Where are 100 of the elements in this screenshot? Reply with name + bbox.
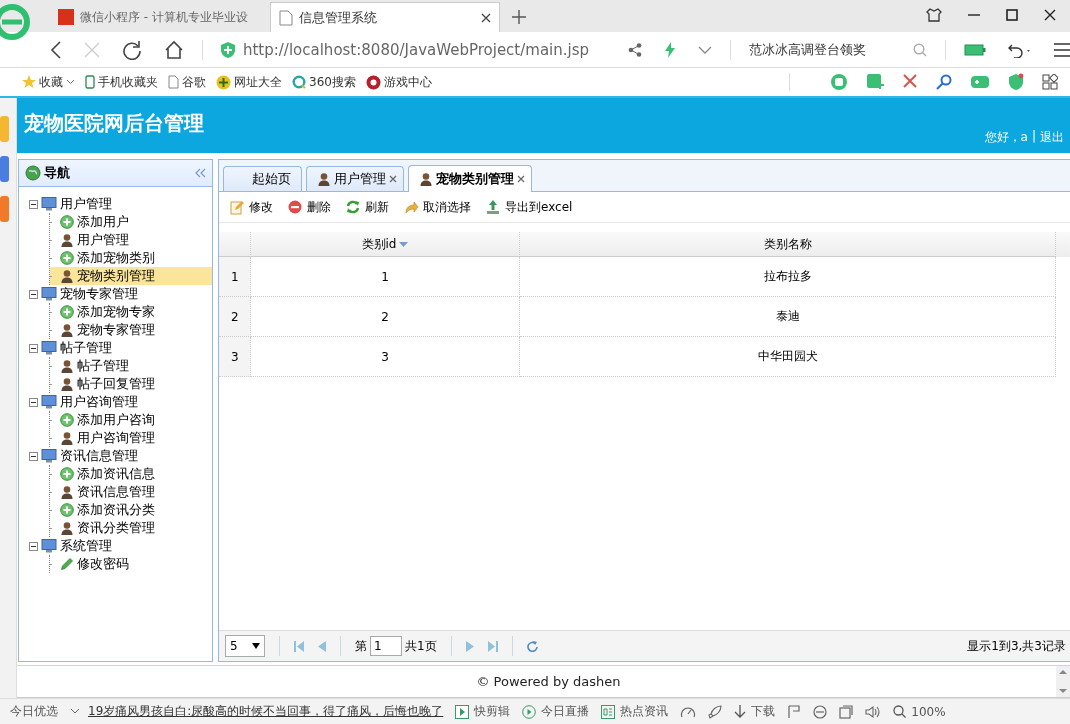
column-header[interactable]: 类别名称 [520,232,1056,257]
address-field[interactable]: http://localhost:8080/JavaWebProject/main.jsp [242,40,629,59]
share-icon[interactable] [628,42,643,57]
skin-icon[interactable] [926,8,942,22]
browser-logo-icon [0,2,30,42]
close-icon[interactable] [1044,9,1056,21]
status-item[interactable]: 今日直播 [522,703,590,720]
bookmark-link[interactable]: 游戏中心 [365,73,432,91]
maximize-icon[interactable] [1006,9,1018,21]
status-item[interactable]: 快剪辑 [455,703,511,720]
page-size-select[interactable]: 5 [225,635,265,657]
status-item[interactable]: 热点资讯 [601,703,669,720]
browser-tab[interactable]: 信息管理系统 [269,2,500,32]
collapse-box-icon[interactable] [29,541,38,551]
close-icon[interactable] [517,175,525,183]
battery-icon[interactable] [964,43,986,56]
status-text[interactable]: 今日优选 [10,703,58,720]
add-icon [60,305,74,319]
close-icon[interactable] [480,12,491,23]
phone-icon [85,75,95,89]
tab[interactable]: 起始页 [223,166,302,191]
tree-item[interactable]: 用户咨询管理 [60,393,138,411]
scissors-icon[interactable] [902,74,918,90]
person-icon [60,233,74,247]
browser-tab[interactable]: 微信小程序 - 计算机专业毕业设 [50,2,256,32]
menu-icon[interactable] [1054,42,1070,57]
bookmark-link[interactable]: 收藏 [22,73,75,91]
collapse-box-icon[interactable] [29,289,38,299]
status-item[interactable]: 下载 [734,703,776,720]
person-icon [317,172,331,186]
table-cell: 泰迪 [520,297,1056,337]
column-header[interactable]: 类别id [251,232,520,257]
refresh-icon [345,199,361,215]
collapse-box-icon[interactable] [29,199,38,209]
tree-item[interactable]: 用户管理 [60,195,112,213]
reload-icon[interactable] [122,39,142,60]
bookmark-link[interactable]: 谷歌 [168,73,206,91]
rocket-icon[interactable] [708,704,723,719]
header-cell [1056,232,1070,257]
collapse-box-icon[interactable] [29,397,38,407]
new-tab-icon[interactable] [511,10,526,24]
toolbar-button[interactable]: 取消选择 [403,198,471,216]
add-icon [60,215,74,229]
search-field[interactable]: 范冰冰高调登台领奖 [749,40,914,59]
search-icon[interactable] [893,705,907,718]
gauge-icon[interactable] [680,704,697,719]
game-icon [365,74,381,90]
collapse-box-icon[interactable] [29,343,38,353]
toolbar-button[interactable]: 删除 [287,198,331,216]
toolbar-button[interactable]: 修改 [229,198,273,216]
scrollbar[interactable] [1056,666,1070,697]
row-number: 3 [219,337,251,377]
shield-icon[interactable] [1008,73,1024,91]
computer-icon [41,287,57,301]
apps-grid-icon[interactable] [1042,74,1058,90]
status-item[interactable]: 100% [893,704,946,719]
toolbar-button[interactable]: 导出到excel [485,198,573,216]
computer-icon [41,539,57,553]
collapse-box-icon[interactable] [29,451,38,461]
dropdown-arrow-icon [252,643,260,649]
key-icon[interactable] [936,74,952,90]
ring-icon [292,75,306,89]
chevron-down-icon[interactable] [66,79,75,85]
bookmark-link[interactable]: 网址大全 [216,73,282,91]
person-icon [60,323,74,337]
toolbar-button[interactable]: 刷新 [345,198,389,216]
table-cell: 1 [251,257,520,297]
globe-icon [25,165,41,181]
collapse-icon[interactable] [194,168,206,178]
bookmark-link[interactable]: 360搜索 [292,73,356,91]
bookmark-link[interactable]: 手机收藏夹 [85,73,158,91]
chevron-down-icon[interactable] [698,45,713,54]
window-icon[interactable] [839,704,854,719]
back-icon[interactable] [50,40,62,59]
greeting-text: 您好，a [984,129,1028,146]
page-input[interactable]: 1 [370,636,402,656]
page-label: 第 [355,637,367,655]
tab[interactable]: 宠物类别管理 [408,165,532,192]
tree-item[interactable]: 系统管理 [60,537,112,555]
panel-title: 导航 [44,164,71,182]
news-link[interactable]: 19岁痛风男孩自白:尿酸高的时候不当回事，得了痛风，后悔也晚了 [88,703,444,720]
home-icon[interactable] [164,39,184,60]
footer-text: © Powered by dashen [475,674,622,689]
news-icon [601,704,616,719]
app-title: 宠物医院网后台管理 [24,110,204,137]
add-icon [60,467,74,481]
row-number: 1 [219,257,251,297]
pencil-icon [60,557,74,571]
tree-item[interactable]: 宠物类别管理 [50,267,212,285]
add-icon [60,251,74,265]
table-cell: 3 [251,337,520,377]
refresh-icon[interactable] [526,640,538,652]
chevron-down-icon[interactable] [70,708,80,715]
speaker-icon[interactable] [865,704,882,719]
tab[interactable]: 用户管理 [306,166,404,191]
document-icon [278,9,293,26]
person-icon [60,431,74,445]
tree-item[interactable]: 资讯信息管理 [60,447,138,465]
tree-item[interactable]: 宠物专家管理 [60,285,138,303]
tree-item[interactable]: 帖子管理 [60,339,112,357]
